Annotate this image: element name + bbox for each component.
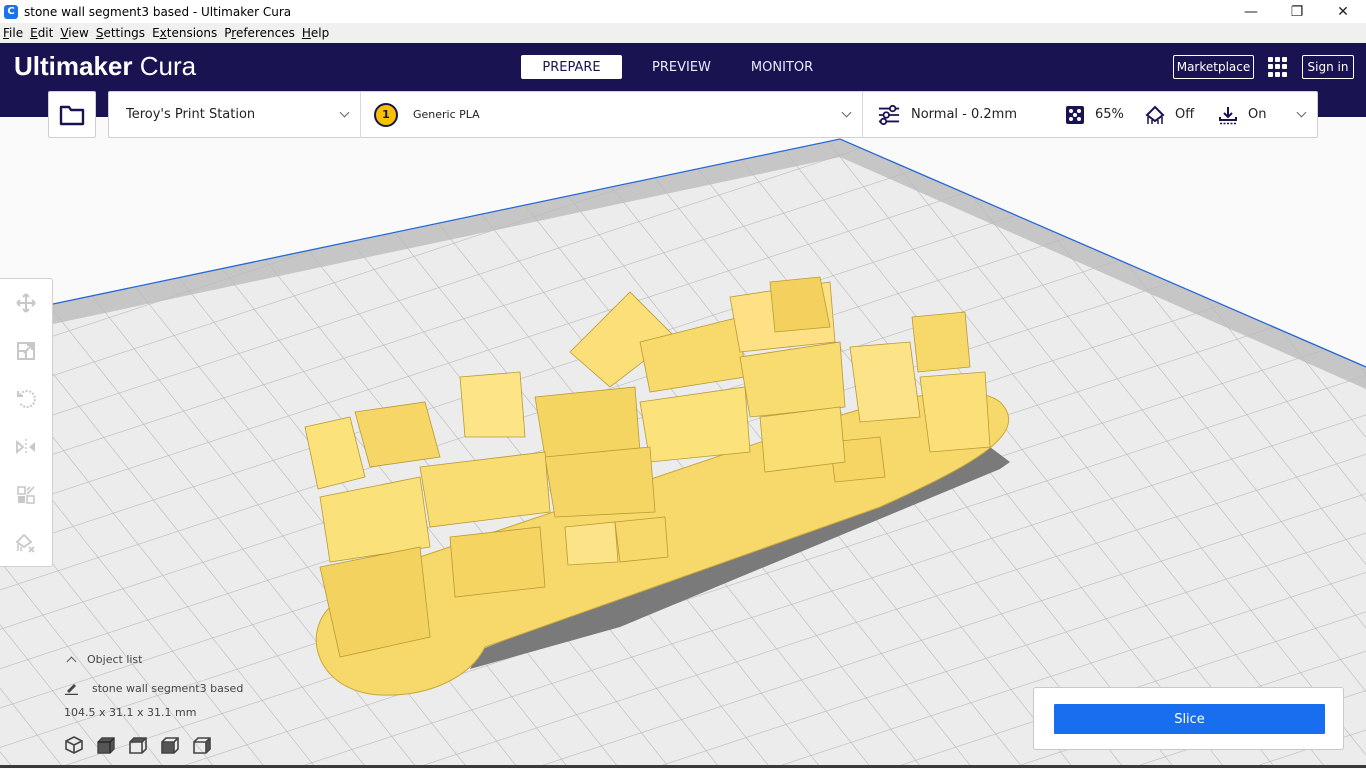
menu-edit[interactable]: Edit [27,26,57,40]
tab-prepare[interactable]: PREPARE [521,55,622,79]
infill-setting: 65% [1065,105,1145,125]
support-icon [1145,105,1165,124]
rotate-tool[interactable] [0,375,52,423]
infill-icon [1066,105,1084,124]
adhesion-value: On [1248,107,1267,122]
chevron-down-icon [1296,107,1307,118]
slice-panel: Slice [1033,687,1344,750]
restore-button[interactable]: ❐ [1274,0,1320,23]
material-selector[interactable]: 1 Generic PLA [361,92,863,137]
chevron-down-icon [339,107,350,118]
support-value: Off [1175,107,1195,122]
menu-file[interactable]: File [0,26,27,40]
per-model-settings-tool[interactable] [0,471,52,519]
object-list-toggle[interactable]: Object list [64,650,243,668]
window-title: stone wall segment3 based - Ultimaker Cu… [24,4,292,19]
menu-settings[interactable]: Settings [93,26,149,40]
infill-value: 65% [1095,107,1124,122]
print-settings-selector[interactable]: Normal - 0.2mm 65% Off On [863,92,1317,137]
support-blocker-tool[interactable] [0,519,52,567]
sign-in-button[interactable]: Sign in [1302,55,1354,79]
stage-tabs: PREPARE PREVIEW MONITOR [521,55,843,79]
tab-monitor[interactable]: MONITOR [741,55,823,79]
adhesion-setting: On [1218,105,1266,125]
open-file-button[interactable] [48,91,96,138]
minimize-button[interactable]: — [1228,0,1274,23]
cura-app-icon: C [4,4,18,19]
3d-view-icon[interactable] [64,735,84,755]
material-name: Generic PLA [413,108,480,121]
support-setting: Off [1145,105,1218,125]
tab-preview[interactable]: PREVIEW [642,55,721,79]
close-button[interactable]: ✕ [1320,0,1366,23]
menubar: File Edit View Settings Extensions Prefe… [0,23,1366,43]
window-titlebar: C stone wall segment3 based - Ultimaker … [0,0,1366,23]
profile-label: Normal - 0.2mm [911,107,1017,122]
sliders-icon [878,104,900,125]
ultimaker-cura-logo: Ultimaker Cura [14,51,197,81]
folder-icon [59,105,85,125]
edit-pencil-icon [65,684,78,695]
menu-help[interactable]: Help [299,26,333,40]
support-blocker-icon [15,533,35,553]
per-model-settings-icon [17,486,35,504]
printer-name: Teroy's Print Station [126,107,256,122]
object-list-panel: Object list stone wall segment3 based 10… [64,650,243,755]
object-name-row[interactable]: stone wall segment3 based [64,679,243,697]
adhesion-icon [1219,106,1237,124]
printer-selector[interactable]: Teroy's Print Station [109,92,361,137]
move-tool[interactable] [0,279,52,327]
left-view-icon[interactable] [160,735,180,755]
top-view-icon[interactable] [128,735,148,755]
chevron-down-icon [841,107,852,118]
menu-preferences[interactable]: Preferences [221,26,299,40]
front-view-icon[interactable] [96,735,116,755]
chevron-up-icon [66,656,77,666]
scale-tool[interactable] [0,327,52,375]
mirror-tool[interactable] [0,423,52,471]
applications-grid-icon[interactable] [1268,57,1288,77]
object-dimensions: 104.5 x 31.1 x 31.1 mm [64,705,197,719]
object-name: stone wall segment3 based [92,681,244,695]
menu-extensions[interactable]: Extensions [149,26,221,40]
mirror-icon [16,439,35,455]
view-orientation-buttons [64,735,243,755]
menu-view[interactable]: View [57,26,92,40]
marketplace-button[interactable]: Marketplace [1173,55,1254,79]
tool-panel [0,278,53,567]
right-view-icon[interactable] [192,735,212,755]
scale-icon [17,342,35,360]
rotate-icon [17,390,36,408]
profile-setting: Normal - 0.2mm [877,104,1065,126]
object-list-header: Object list [87,652,143,666]
extruder-icon: 1 [374,102,398,127]
slice-button[interactable]: Slice [1054,704,1325,734]
print-setup-toolbar: Teroy's Print Station 1 Generic PLA Norm… [108,91,1318,138]
move-icon [16,293,36,313]
